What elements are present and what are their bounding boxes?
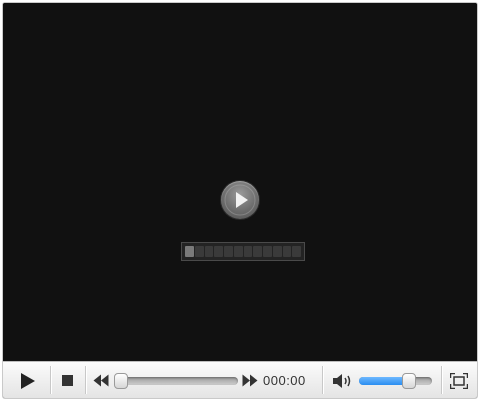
time-display: 000:00 xyxy=(263,373,306,388)
separator xyxy=(441,366,442,394)
separator xyxy=(50,366,51,394)
buffer-segment xyxy=(185,246,194,257)
volume-thumb[interactable] xyxy=(401,373,416,389)
big-play-button[interactable] xyxy=(221,181,259,219)
buffer-segment xyxy=(282,246,292,257)
buffer-segment xyxy=(263,246,272,257)
video-player: 000:00 xyxy=(2,2,478,399)
video-screen[interactable] xyxy=(3,3,477,361)
buffer-segment xyxy=(233,246,243,257)
separator xyxy=(85,366,86,394)
buffer-segment xyxy=(243,246,253,257)
loading-buffer-bar xyxy=(181,242,305,261)
play-button[interactable] xyxy=(17,371,37,391)
seek-thumb[interactable] xyxy=(114,373,128,389)
buffer-segment xyxy=(272,246,282,257)
buffer-segment xyxy=(224,246,233,257)
play-icon xyxy=(224,184,256,216)
control-bar: 000:00 xyxy=(3,361,477,398)
buffer-segment xyxy=(292,246,301,257)
buffer-segment xyxy=(253,246,262,257)
volume-track[interactable] xyxy=(359,377,432,385)
buffer-segment xyxy=(194,246,204,257)
seek-track[interactable] xyxy=(114,377,238,385)
separator xyxy=(322,366,323,394)
buffer-segment xyxy=(214,246,223,257)
volume-icon[interactable] xyxy=(331,372,353,390)
fast-forward-button[interactable] xyxy=(242,374,258,387)
stop-button[interactable] xyxy=(62,375,73,386)
rewind-button[interactable] xyxy=(93,374,109,387)
buffer-segment xyxy=(204,246,214,257)
fullscreen-button[interactable] xyxy=(450,373,468,389)
